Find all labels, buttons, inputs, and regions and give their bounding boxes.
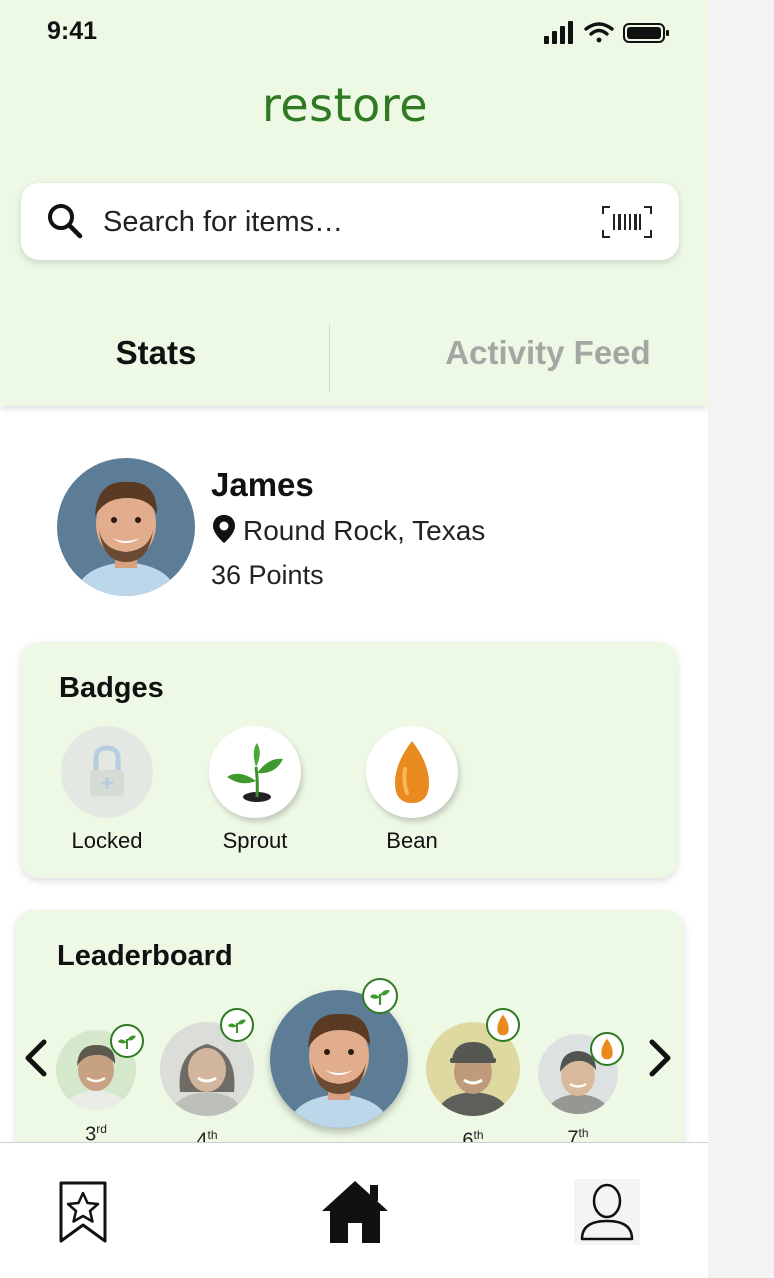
status-bar: 9:41 — [0, 0, 708, 60]
bean-icon — [486, 1008, 520, 1042]
badge-locked[interactable]: Locked — [47, 726, 167, 854]
search-input[interactable] — [101, 183, 585, 262]
app-title: restore — [261, 78, 429, 132]
signal-icon — [544, 21, 573, 44]
home-icon[interactable] — [320, 1177, 390, 1247]
badge-label: Bean — [386, 828, 438, 853]
tab-bar: Stats Activity Feed — [0, 320, 708, 392]
profile-points: 36 Points — [211, 560, 324, 590]
badge-bean[interactable]: Bean — [352, 726, 472, 854]
avatar-photo — [57, 458, 195, 596]
chevron-right-icon[interactable] — [644, 1038, 674, 1078]
user-icon[interactable] — [572, 1177, 642, 1247]
badges-title: Badges — [59, 672, 164, 704]
sprout-icon — [227, 743, 283, 802]
badge-label: Locked — [71, 828, 143, 853]
status-icons — [544, 21, 669, 44]
leaderboard-title: Leaderboard — [57, 940, 233, 972]
sprout-icon — [110, 1024, 144, 1058]
sprout-icon — [362, 978, 398, 1014]
tab-divider — [329, 324, 330, 392]
barcode-scan-icon[interactable] — [601, 205, 653, 239]
battery-icon — [623, 23, 669, 43]
profile-location-text: Round Rock, Texas — [243, 515, 486, 546]
sprout-icon — [220, 1008, 254, 1042]
app-screen: 9:41 restore Search for items… Stats Act… — [0, 0, 708, 1278]
search-bar[interactable] — [21, 183, 679, 262]
lock-icon — [90, 745, 124, 796]
bean-icon — [395, 741, 429, 803]
profile-summary: James Round Rock, Texas 36 Points — [57, 458, 657, 598]
status-time: 9:41 — [47, 17, 98, 45]
chevron-left-icon[interactable] — [22, 1038, 52, 1078]
bookmark-star-icon[interactable] — [48, 1177, 118, 1247]
badge-sprout[interactable]: Sprout — [195, 726, 315, 854]
badge-bean-circle — [366, 726, 458, 818]
wifi-icon — [584, 22, 614, 43]
tab-stats[interactable]: Stats — [40, 320, 272, 392]
bottom-nav — [0, 1142, 708, 1278]
profile-name: James — [211, 466, 314, 503]
badges-card: Badges Locked Sprout Bean — [21, 642, 677, 878]
badge-locked-circle — [61, 726, 153, 818]
search-icon — [48, 204, 83, 239]
profile-location: Round Rock, Texas — [211, 514, 485, 547]
bean-icon — [590, 1032, 624, 1066]
avatar[interactable] — [57, 458, 195, 596]
badge-sprout-circle — [209, 726, 301, 818]
tab-activity-feed[interactable]: Activity Feed — [410, 320, 686, 392]
badge-label: Sprout — [222, 828, 288, 853]
header: 9:41 restore Search for items… Stats Act… — [0, 0, 708, 406]
location-pin-icon — [213, 515, 235, 543]
